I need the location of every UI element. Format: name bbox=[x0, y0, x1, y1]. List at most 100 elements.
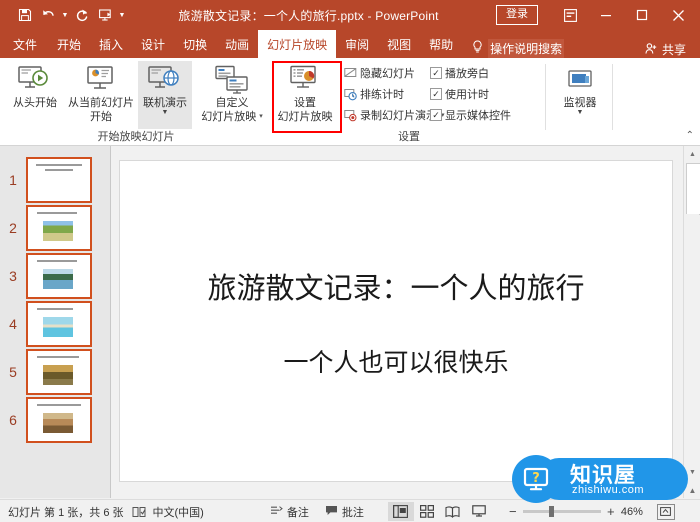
setup-show-icon bbox=[287, 61, 323, 95]
list-item[interactable]: 3 bbox=[0, 252, 110, 300]
checkbox-box[interactable]: ✓ bbox=[430, 88, 442, 100]
notes-icon bbox=[270, 505, 283, 519]
zoom-in-button[interactable]: + bbox=[606, 504, 616, 519]
thumb-image bbox=[43, 221, 73, 241]
customize-qat-icon[interactable]: ▼ bbox=[117, 4, 127, 26]
status-bar: 幻灯片 第 1 张，共 6 张 中文(中国) 备注 批注 − + 46% bbox=[0, 499, 700, 522]
setup-slideshow-button[interactable]: 设置 幻灯片放映 bbox=[277, 61, 333, 123]
slide-thumbnail[interactable] bbox=[26, 205, 92, 251]
present-online-icon bbox=[147, 61, 183, 95]
tab-home[interactable]: 开始 bbox=[48, 30, 90, 58]
tab-view[interactable]: 视图 bbox=[378, 30, 420, 58]
custom-slideshow-dropdown-icon[interactable]: ▾ bbox=[259, 111, 263, 123]
slide-thumbnail[interactable] bbox=[26, 157, 92, 203]
record-slideshow-icon bbox=[343, 108, 357, 122]
show-media-controls-checkbox[interactable]: ✓ 显示媒体控件 bbox=[430, 107, 511, 123]
play-narrations-label: 播放旁白 bbox=[445, 68, 489, 80]
checkbox-box[interactable]: ✓ bbox=[430, 67, 442, 79]
minimize-icon[interactable] bbox=[588, 1, 624, 29]
tab-animations[interactable]: 动画 bbox=[216, 30, 258, 58]
maximize-icon[interactable] bbox=[624, 1, 660, 29]
spellcheck-icon[interactable] bbox=[124, 506, 147, 518]
fit-slide-icon[interactable]: ▲ bbox=[684, 482, 700, 498]
sign-in-button[interactable]: 登录 bbox=[496, 5, 538, 25]
powerpoint-window: ▼ ▼ 旅游散文记录：一个人的旅行.pptx - PowerPoint 登录 文… bbox=[0, 0, 700, 522]
slide-thumbnail-panel[interactable]: 1 2 3 4 5 6 bbox=[0, 146, 111, 498]
present-online-button[interactable]: 联机演示 ▼ bbox=[138, 61, 192, 129]
reading-view-icon[interactable] bbox=[440, 502, 466, 521]
play-narrations-checkbox[interactable]: ✓ 播放旁白 bbox=[430, 65, 489, 81]
fit-to-window-icon[interactable] bbox=[656, 503, 675, 520]
slide-sorter-icon[interactable] bbox=[414, 502, 440, 521]
slide-number: 3 bbox=[9, 268, 17, 284]
normal-view-icon[interactable] bbox=[387, 502, 414, 521]
list-item[interactable]: 4 bbox=[0, 300, 110, 348]
undo-dropdown-icon[interactable]: ▼ bbox=[60, 4, 70, 26]
monitor-dropdown-icon[interactable]: ▼ bbox=[577, 109, 584, 116]
ribbon-group-separator bbox=[545, 64, 546, 130]
zoom-percent-label[interactable]: 46% bbox=[621, 506, 651, 518]
rehearse-timings-command[interactable]: 排练计时 bbox=[343, 86, 404, 102]
list-item[interactable]: 1 bbox=[0, 156, 110, 204]
notes-button[interactable]: 备注 bbox=[270, 504, 309, 520]
share-label: 共享 bbox=[661, 43, 686, 57]
list-item[interactable]: 6 bbox=[0, 396, 110, 444]
scrollbar-track[interactable] bbox=[686, 214, 699, 464]
from-beginning-button[interactable]: 从头开始 bbox=[6, 61, 64, 109]
slide-number: 4 bbox=[9, 316, 17, 332]
start-from-beginning-icon[interactable] bbox=[94, 4, 116, 26]
slide-title-text[interactable]: 旅游散文记录：一个人的旅行 bbox=[120, 265, 672, 307]
tab-slideshow[interactable]: 幻灯片放映 bbox=[258, 30, 337, 58]
triangle-down-icon[interactable]: ▼ bbox=[684, 464, 700, 480]
tab-design[interactable]: 设计 bbox=[132, 30, 174, 58]
tell-me-label: 操作说明搜索 bbox=[488, 39, 565, 58]
chevron-up-icon[interactable]: ⌃ bbox=[686, 130, 694, 141]
show-media-controls-label: 显示媒体控件 bbox=[445, 110, 511, 122]
triangle-up-icon[interactable]: ▲ bbox=[684, 146, 700, 162]
present-online-dropdown-icon[interactable]: ▼ bbox=[162, 109, 169, 116]
slide-editing-area: 旅游散文记录：一个人的旅行 一个人也可以很快乐 bbox=[111, 146, 682, 498]
tab-insert[interactable]: 插入 bbox=[90, 30, 132, 58]
slide-thumbnail[interactable] bbox=[26, 397, 92, 443]
slide-thumbnail[interactable] bbox=[26, 301, 92, 347]
zoom-slider[interactable] bbox=[522, 506, 601, 517]
thumb-title-placeholder bbox=[33, 404, 85, 408]
tab-review[interactable]: 审阅 bbox=[336, 30, 378, 58]
thumb-title-placeholder bbox=[33, 356, 85, 360]
setup-slideshow-label-2: 幻灯片放映 bbox=[277, 111, 333, 123]
custom-slideshow-button[interactable]: 自定义 幻灯片放映 ▾ bbox=[196, 61, 268, 123]
rehearse-timings-label: 排练计时 bbox=[360, 89, 404, 101]
slide-thumbnail[interactable] bbox=[26, 349, 92, 395]
tab-transitions[interactable]: 切换 bbox=[174, 30, 216, 58]
ribbon-display-options-icon[interactable] bbox=[552, 1, 588, 29]
tab-file[interactable]: 文件 bbox=[0, 30, 48, 58]
current-slide[interactable]: 旅游散文记录：一个人的旅行 一个人也可以很快乐 bbox=[119, 160, 673, 482]
tab-help[interactable]: 帮助 bbox=[420, 30, 462, 58]
use-timings-checkbox[interactable]: ✓ 使用计时 bbox=[430, 86, 489, 102]
zoom-out-button[interactable]: − bbox=[508, 504, 518, 519]
scrollbar-thumb[interactable] bbox=[686, 163, 700, 215]
monitor-button[interactable]: 监视器 ▼ bbox=[556, 61, 604, 116]
tell-me-search[interactable]: 操作说明搜索 bbox=[462, 39, 565, 58]
slide-thumbnail[interactable] bbox=[26, 253, 92, 299]
save-icon[interactable] bbox=[14, 4, 36, 26]
vertical-scrollbar[interactable]: ▲ ▼ ▲ bbox=[683, 146, 700, 498]
slide-subtitle-text[interactable]: 一个人也可以很快乐 bbox=[120, 343, 672, 379]
title-bar: ▼ ▼ 旅游散文记录：一个人的旅行.pptx - PowerPoint 登录 bbox=[0, 0, 700, 30]
list-item[interactable]: 5 bbox=[0, 348, 110, 396]
close-icon[interactable] bbox=[660, 1, 696, 29]
language-status[interactable]: 中文(中国) bbox=[147, 504, 204, 520]
hide-slide-icon bbox=[343, 66, 357, 80]
checkbox-box[interactable]: ✓ bbox=[430, 109, 442, 121]
zoom-slider-handle[interactable] bbox=[548, 506, 554, 517]
slideshow-view-icon[interactable] bbox=[466, 502, 492, 521]
from-current-slide-button[interactable]: 从当前幻灯片 开始 bbox=[66, 61, 136, 123]
share-button[interactable]: 共享 bbox=[645, 41, 700, 58]
thumb-image bbox=[43, 269, 73, 289]
hide-slide-command[interactable]: 隐藏幻灯片 bbox=[343, 65, 415, 81]
list-item[interactable]: 2 bbox=[0, 204, 110, 252]
ribbon: 开始放映幻灯片 从头开始 从当前幻灯片 开始 联机演示 ▼ 自定义 幻灯片放映 … bbox=[0, 58, 700, 146]
redo-icon[interactable] bbox=[71, 4, 93, 26]
comments-button[interactable]: 批注 bbox=[325, 504, 364, 520]
undo-icon[interactable] bbox=[37, 4, 59, 26]
